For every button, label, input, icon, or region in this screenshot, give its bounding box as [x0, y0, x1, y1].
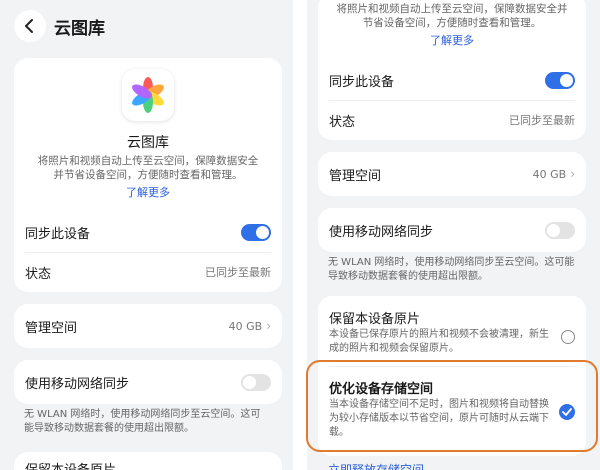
mobile-network-note-right: 无 WLAN 网络时，使用移动网络同步至云空间。这可能导致移动数据套餐的使用超出… [328, 257, 575, 282]
left-panel: 云图库 云图库 将照片和视频自动上传至云空间，保障数据安全并节省设备空间，方便随… [0, 0, 293, 470]
app-info-card: 云图库 将照片和视频自动上传至云空间，保障数据安全并节省设备空间，方便随时查看和… [14, 58, 282, 292]
keep-originals-radio[interactable] [561, 330, 575, 344]
status-row: 状态 已同步至最新 [14, 258, 282, 286]
manage-space-value-right: 40 GB [532, 167, 567, 181]
sync-device-row[interactable]: 同步此设备 [14, 218, 282, 246]
app-info-card-scrolled: 将照片和视频自动上传至云空间，保障数据安全并 节省设备空间，方便随时查看和管理。… [318, 0, 586, 140]
panel-divider [293, 0, 307, 470]
learn-more-link-right[interactable]: 了解更多 [318, 32, 586, 48]
highlight-box [306, 360, 598, 452]
mobile-network-card: 使用移动网络同步 [14, 360, 282, 404]
sync-device-label-right: 同步此设备 [329, 74, 395, 90]
page-title: 云图库 [54, 19, 105, 39]
manage-space-card[interactable]: 管理空间 40 GB › [14, 304, 282, 348]
status-row-right: 状态 已同步至最新 [318, 106, 586, 134]
chevron-right-icon: › [570, 167, 575, 181]
mobile-network-card-right: 使用移动网络同步 [318, 208, 586, 252]
mobile-network-label-right: 使用移动网络同步 [329, 224, 434, 240]
manage-space-card-right[interactable]: 管理空间 40 GB › [318, 152, 586, 196]
learn-more-link[interactable]: 了解更多 [14, 184, 282, 200]
mobile-network-label: 使用移动网络同步 [25, 376, 130, 392]
app-name: 云图库 [127, 135, 169, 151]
keep-originals-description: 本设备已保存原片的照片和视频不会被清理，新生成的照片和视频会保留原片。 [329, 329, 549, 354]
sync-device-label: 同步此设备 [25, 226, 91, 242]
app-description-line2: 节省设备空间，方便随时查看和管理。 [362, 17, 542, 29]
app-description: 将照片和视频自动上传至云空间，保障数据安全并节省设备空间，方便随时查看和管理。 [37, 155, 259, 181]
sync-device-toggle-right[interactable] [545, 71, 575, 89]
keep-originals-label-partial: 保留本设备原片 [25, 459, 116, 470]
back-arrow-icon [25, 19, 33, 33]
mobile-network-toggle-right[interactable] [545, 221, 575, 239]
back-button[interactable] [14, 10, 46, 42]
keep-originals-option[interactable]: 保留本设备原片 本设备已保存原片的照片和视频不会被清理，新生成的照片和视频会保留… [318, 304, 586, 360]
app-description-line1: 将照片和视频自动上传至云空间，保障数据安全并 [336, 3, 568, 15]
keep-originals-card-partial: 保留本设备原片 [14, 452, 282, 470]
keep-originals-label: 保留本设备原片 [329, 312, 421, 327]
sync-device-row-right[interactable]: 同步此设备 [318, 66, 586, 94]
status-value-right: 已同步至最新 [509, 114, 575, 127]
manage-space-value: 40 GB [228, 319, 263, 333]
gallery-logo-icon [122, 69, 174, 121]
manage-space-label: 管理空间 [25, 320, 78, 336]
status-label: 状态 [25, 266, 52, 282]
manage-space-label-right: 管理空间 [329, 168, 382, 184]
chevron-right-icon: › [266, 319, 271, 333]
mobile-network-note: 无 WLAN 网络时，使用移动网络同步至云空间。这可能导致移动数据套餐的使用超出… [24, 409, 261, 434]
free-space-link[interactable]: 立即释放存储空间 [328, 461, 424, 470]
status-value: 已同步至最新 [205, 266, 271, 279]
status-label-right: 状态 [329, 114, 356, 130]
sync-device-toggle[interactable] [241, 223, 271, 241]
mobile-network-toggle[interactable] [241, 373, 271, 391]
